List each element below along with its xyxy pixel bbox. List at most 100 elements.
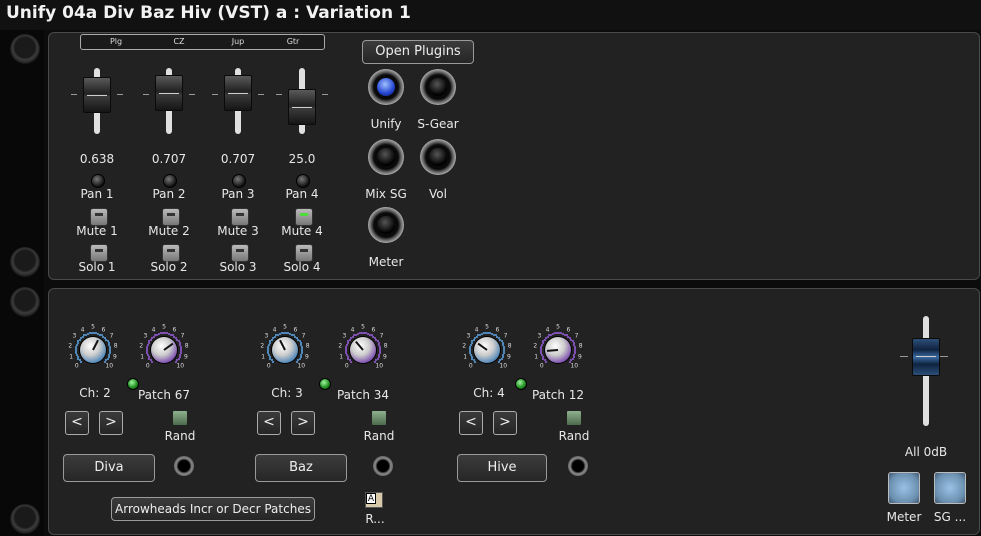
next-patch-button[interactable]: > [493, 411, 517, 435]
dial-tick [469, 350, 472, 353]
rand-button[interactable] [566, 410, 582, 426]
a-badge[interactable]: A [365, 492, 383, 508]
plugin-select-button[interactable]: Baz [255, 454, 347, 482]
channel-fader-thumb[interactable] [155, 75, 183, 111]
dial-number: 9 [382, 353, 387, 361]
sg-button[interactable] [934, 472, 966, 504]
fader-tick [143, 94, 149, 95]
dial-number: 0 [344, 362, 349, 370]
solo-label: Solo 3 [219, 260, 257, 274]
plugin-power-knob[interactable] [373, 456, 393, 476]
pan-label: Pan 3 [221, 187, 255, 201]
dial-tick [540, 347, 543, 350]
meter-button[interactable] [888, 472, 920, 504]
dial-number: 6 [495, 326, 500, 334]
dial-number: 8 [383, 342, 388, 350]
strip-label: Plg [109, 37, 123, 46]
pan-knob[interactable] [91, 174, 105, 188]
dial-number: 7 [109, 332, 114, 340]
dial-number: 7 [301, 332, 306, 340]
plugin-toggle-button[interactable] [368, 69, 404, 105]
dial-tick [345, 352, 348, 355]
rack-screw-icon [10, 504, 40, 534]
mute-label: Mute 2 [148, 224, 190, 238]
fader-value: 0.638 [79, 152, 115, 166]
dial-tick [147, 342, 150, 345]
rand-label: Rand [164, 429, 196, 443]
open-plugins-button[interactable]: Open Plugins [362, 40, 474, 64]
channel-fader-thumb[interactable] [288, 88, 316, 125]
dial-tick [146, 343, 149, 346]
plugin-toggle-button[interactable] [420, 69, 456, 105]
dial-number: 0 [74, 362, 79, 370]
dial-tick [75, 343, 78, 346]
dial-tick [267, 352, 270, 355]
dial-number: 0 [145, 362, 150, 370]
pan-knob[interactable] [232, 174, 246, 188]
dial-number: 0 [468, 362, 473, 370]
dial-tick [469, 347, 472, 350]
dial-tick [267, 354, 270, 357]
plugin-toggle-button[interactable] [420, 139, 456, 175]
dial-tick [267, 343, 270, 346]
dial-number: 6 [101, 326, 106, 334]
fader-value: 0.707 [151, 152, 187, 166]
prev-patch-button[interactable]: < [257, 411, 281, 435]
dial-cap [474, 337, 500, 363]
pan-knob[interactable] [163, 174, 177, 188]
dial-tick [345, 350, 348, 353]
dial-number: 2 [338, 342, 343, 350]
prev-patch-button[interactable]: < [65, 411, 89, 435]
dial-tick [471, 357, 474, 360]
dial-number: 3 [342, 332, 347, 340]
meter-button-label: Meter [886, 510, 922, 524]
dial-number: 9 [304, 353, 309, 361]
next-patch-button[interactable]: > [99, 411, 123, 435]
patch-label: Patch 12 [531, 388, 585, 402]
dial-tick [346, 342, 349, 345]
channel-led [319, 378, 331, 390]
dial-tick [345, 343, 348, 346]
dial-tick [146, 354, 149, 357]
pan-knob[interactable] [296, 174, 310, 188]
plugin-toggle-button[interactable] [368, 207, 404, 243]
plugin-toggle-label: Mix SG [365, 187, 407, 201]
plugin-toggle-button[interactable] [368, 139, 404, 175]
arrowheads-button[interactable]: Arrowheads Incr or Decr Patches [111, 497, 315, 521]
plugin-select-button[interactable]: Diva [63, 454, 155, 482]
dial-tick [75, 354, 78, 357]
dial-number: 3 [537, 332, 542, 340]
rand-button[interactable] [371, 410, 387, 426]
dial-number: 1 [339, 353, 344, 361]
channel-fader-thumb[interactable] [224, 75, 252, 111]
plugin-toggle-label: Unify [370, 117, 402, 131]
next-patch-button[interactable]: > [291, 411, 315, 435]
dial-number: 10 [570, 362, 579, 370]
dial-tick [77, 357, 80, 360]
dial-number: 6 [172, 326, 177, 334]
channel-label: Ch: 4 [473, 386, 505, 400]
dial-number: 4 [272, 326, 277, 334]
master-fader-thumb[interactable] [912, 338, 940, 376]
dial-number: 3 [264, 332, 269, 340]
window-title: Unify 04a Div Baz Hiv (VST) a : Variatio… [6, 3, 411, 23]
plugin-power-knob[interactable] [174, 456, 194, 476]
fader-tick [276, 94, 282, 95]
dial-tick [76, 355, 79, 358]
dial-tick [540, 350, 543, 353]
plugin-toggle-label: S-Gear [417, 117, 459, 131]
dial-tick [345, 354, 348, 357]
a-badge-letter: A [366, 493, 376, 504]
master-label: All 0dB [904, 445, 948, 459]
pan-label: Pan 2 [152, 187, 186, 201]
rand-label: Rand [558, 429, 590, 443]
plugin-power-knob[interactable] [568, 456, 588, 476]
dial-tick [76, 342, 79, 345]
dial-tick [541, 355, 544, 358]
plugin-select-button[interactable]: Hive [457, 454, 547, 482]
dial-tick [268, 342, 271, 345]
dial-number: 3 [72, 332, 77, 340]
prev-patch-button[interactable]: < [459, 411, 483, 435]
rand-button[interactable] [172, 410, 188, 426]
channel-fader-thumb[interactable] [83, 77, 111, 114]
